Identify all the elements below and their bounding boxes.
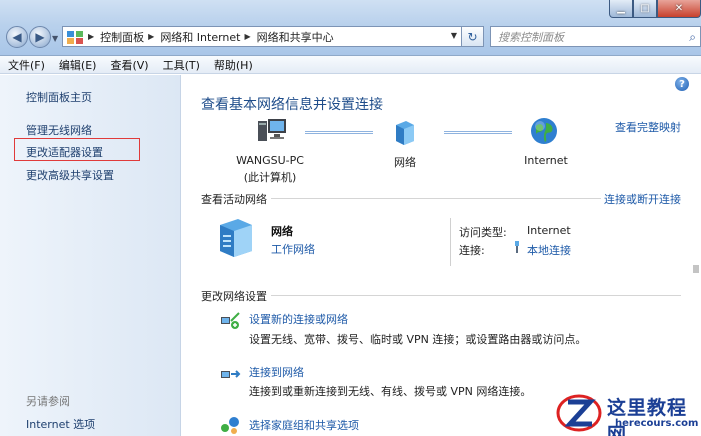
computer-sub-label: (此计算机) xyxy=(243,171,297,184)
globe-icon xyxy=(531,118,557,144)
access-type-value: Internet xyxy=(527,224,571,237)
sidebar-item-adapter-settings[interactable]: 更改适配器设置 xyxy=(26,144,103,160)
internet-label: Internet xyxy=(524,154,568,167)
window-controls: ▁ □ ✕ xyxy=(609,0,701,18)
divider xyxy=(201,295,681,296)
network-icon xyxy=(220,219,252,257)
breadcrumb-item[interactable]: 控制面板 ▶ xyxy=(100,29,160,45)
active-networks-heading: 查看活动网络 xyxy=(201,191,271,207)
network-label: 网络 xyxy=(394,156,416,169)
task-new-connection-link[interactable]: 设置新的连接或网络 xyxy=(249,311,348,327)
connection-icon xyxy=(513,241,521,256)
menu-view[interactable]: 查看(V) xyxy=(110,57,148,73)
window-titlebar: ▁ □ ✕ ◀ ▶ ▼ ▶ 控制面板 ▶ 网络和 Internet ▶ 网络和共享中… xyxy=(0,0,701,56)
watermark-text: 这里教程网 xyxy=(607,397,688,436)
breadcrumb-item[interactable]: 网络和共享中心 xyxy=(257,29,334,45)
address-bar[interactable]: ▶ 控制面板 ▶ 网络和 Internet ▶ 网络和共享中心 ▼ xyxy=(62,26,462,47)
page-title: 查看基本网络信息并设置连接 xyxy=(201,97,383,113)
task-homegroup-link[interactable]: 选择家庭组和共享选项 xyxy=(249,417,359,433)
divider xyxy=(450,218,451,266)
watermark-logo-icon xyxy=(556,394,602,432)
network-type-link[interactable]: 工作网络 xyxy=(271,241,315,257)
connection-label: 连接: xyxy=(459,244,485,257)
watermark: 这里教程网 herecours.com xyxy=(552,390,701,436)
menu-bar: 文件(F) 编辑(E) 查看(V) 工具(T) 帮助(H) xyxy=(0,56,701,74)
sidebar-item-control-panel-home[interactable]: 控制面板主页 xyxy=(26,89,92,105)
recent-pages-dropdown[interactable]: ▼ xyxy=(52,34,60,43)
help-icon[interactable]: ? xyxy=(675,77,689,91)
address-dropdown-icon[interactable]: ▼ xyxy=(451,31,457,40)
local-connection-link[interactable]: 本地连接 xyxy=(527,242,571,258)
maximize-button[interactable]: □ xyxy=(633,0,657,18)
access-type-label: 访问类型: xyxy=(459,226,507,239)
back-button[interactable]: ◀ xyxy=(6,26,28,48)
refresh-button[interactable]: ↻ xyxy=(462,26,484,47)
breadcrumb-item[interactable]: 网络和 Internet ▶ xyxy=(160,29,256,45)
sidebar-item-manage-wireless[interactable]: 管理无线网络 xyxy=(26,122,92,138)
menu-file[interactable]: 文件(F) xyxy=(8,57,45,73)
connect-network-icon xyxy=(221,370,241,378)
sidebar: 控制面板主页 管理无线网络 更改适配器设置 更改高级共享设置 另请参阅 Inte… xyxy=(0,75,181,436)
change-settings-heading: 更改网络设置 xyxy=(201,288,271,304)
task-connect-network-desc: 连接到或重新连接到无线、有线、拨号或 VPN 网络连接。 xyxy=(249,385,532,398)
menu-help[interactable]: 帮助(H) xyxy=(214,57,253,73)
computer-name-label: WANGSU-PC xyxy=(236,154,304,167)
control-panel-icon xyxy=(67,30,83,44)
sidebar-item-internet-options[interactable]: Internet 选项 xyxy=(26,416,95,432)
scrollbar[interactable] xyxy=(693,75,701,436)
homegroup-icon xyxy=(221,417,239,434)
computer-icon xyxy=(258,119,286,141)
close-button[interactable]: ✕ xyxy=(657,0,701,18)
see-also-heading: 另请参阅 xyxy=(26,395,70,408)
minimize-button[interactable]: ▁ xyxy=(609,0,633,18)
menu-tools[interactable]: 工具(T) xyxy=(163,57,200,73)
network-icon xyxy=(396,121,414,145)
search-input[interactable]: 搜索控制面板 ⌕ xyxy=(490,26,701,47)
new-connection-icon xyxy=(221,312,240,329)
watermark-url: herecours.com xyxy=(615,418,699,429)
menu-edit[interactable]: 编辑(E) xyxy=(59,57,97,73)
sidebar-item-advanced-sharing[interactable]: 更改高级共享设置 xyxy=(26,167,114,183)
see-full-map-link[interactable]: 查看完整映射 xyxy=(615,119,681,135)
active-network-name: 网络 xyxy=(271,225,293,238)
connect-disconnect-link[interactable]: 连接或断开连接 xyxy=(601,191,681,207)
task-connect-network-link[interactable]: 连接到网络 xyxy=(249,364,304,380)
task-new-connection-desc: 设置无线、宽带、拨号、临时或 VPN 连接；或设置路由器或访问点。 xyxy=(249,333,587,346)
connection-line xyxy=(305,131,373,134)
main-content: ? 查看基本网络信息并设置连接 查看完整映射 WANGSU-PC (此计算机) … xyxy=(182,75,701,436)
forward-button[interactable]: ▶ xyxy=(29,26,51,48)
connection-line xyxy=(444,131,512,134)
search-icon[interactable]: ⌕ xyxy=(689,30,696,45)
